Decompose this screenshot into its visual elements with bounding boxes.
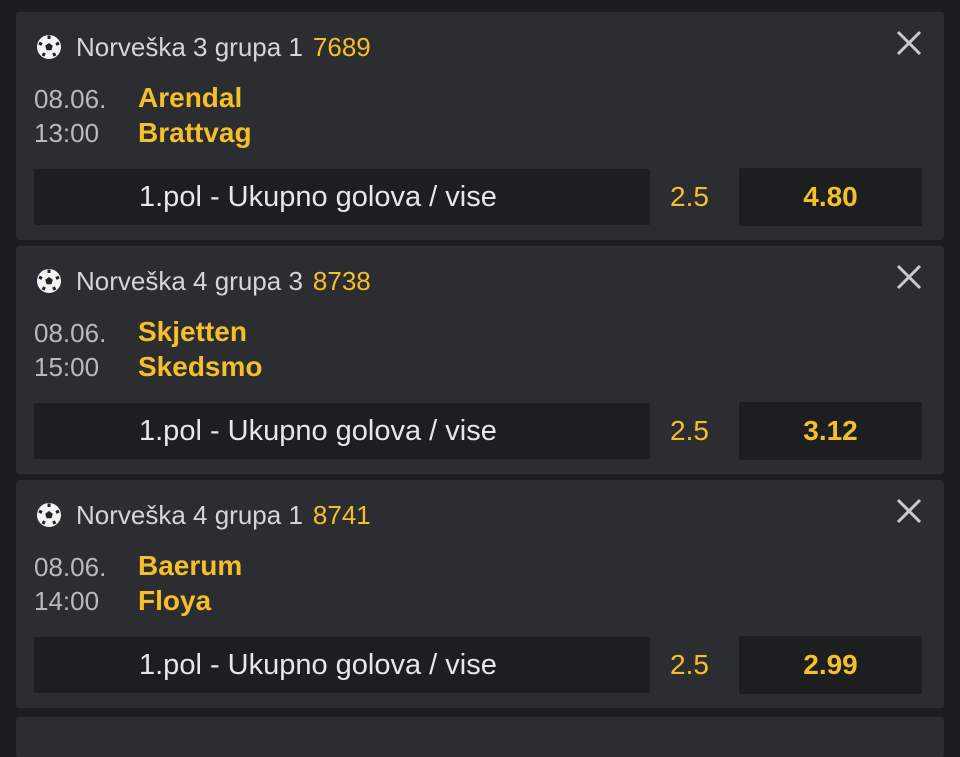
bet-card: Norveška 4 grupa 3 8738 08.06. 15:00 Skj… [16, 246, 944, 474]
match-date: 08.06. [34, 318, 107, 348]
match-code: 7689 [312, 31, 371, 62]
away-team: Skedsmo [138, 351, 263, 382]
home-team: Arendal [138, 82, 243, 113]
away-team: Brattvag [138, 117, 252, 148]
line-value: 2.5 [670, 415, 709, 446]
match-date: 08.06. [34, 552, 107, 582]
bet-header: Norveška 4 grupa 3 8738 [36, 264, 371, 298]
bet-card-partial [16, 717, 944, 757]
home-team: Skjetten [138, 316, 247, 347]
match-date: 08.06. [34, 84, 107, 114]
market-field[interactable]: 1.pol - Ukupno golova / vise [34, 637, 650, 693]
bet-header: Norveška 4 grupa 1 8741 [36, 498, 371, 532]
match-datetime: 08.06. 15:00 [34, 316, 106, 384]
match-time: 15:00 [34, 352, 100, 382]
close-icon[interactable] [892, 494, 926, 528]
match-code: 8738 [312, 265, 371, 296]
market-label: 1.pol - Ukupno golova / vise [139, 414, 497, 447]
match-code: 8741 [312, 499, 371, 530]
match-time: 14:00 [34, 586, 100, 616]
match-datetime: 08.06. 14:00 [34, 550, 106, 618]
close-icon[interactable] [892, 260, 926, 294]
bet-card: Norveška 3 grupa 1 7689 08.06. 13:00 Are… [16, 12, 944, 240]
odd-button[interactable]: 2.99 [739, 636, 922, 694]
market-label: 1.pol - Ukupno golova / vise [139, 180, 497, 213]
away-team: Floya [138, 585, 212, 616]
odd-button[interactable]: 4.80 [739, 168, 922, 226]
match-datetime: 08.06. 13:00 [34, 82, 106, 150]
market-field[interactable]: 1.pol - Ukupno golova / vise [34, 403, 650, 459]
home-team: Baerum [138, 550, 243, 581]
market-field[interactable]: 1.pol - Ukupno golova / vise [34, 169, 650, 225]
league-name: Norveška 4 grupa 3 [76, 265, 303, 296]
odd-button[interactable]: 3.12 [739, 402, 922, 460]
bet-card: Norveška 4 grupa 1 8741 08.06. 14:00 Bae… [16, 480, 944, 708]
soccer-ball-icon [37, 269, 61, 293]
bet-header: Norveška 3 grupa 1 7689 [36, 30, 371, 64]
teams: Baerum Floya [138, 548, 242, 618]
teams: Skjetten Skedsmo [138, 314, 263, 384]
teams: Arendal Brattvag [138, 80, 252, 150]
close-icon[interactable] [892, 26, 926, 60]
soccer-ball-icon [37, 35, 61, 59]
line-value: 2.5 [670, 181, 709, 212]
match-time: 13:00 [34, 118, 100, 148]
league-name: Norveška 3 grupa 1 [76, 31, 303, 62]
league-name: Norveška 4 grupa 1 [76, 499, 303, 530]
line-value: 2.5 [670, 649, 709, 680]
market-label: 1.pol - Ukupno golova / vise [139, 648, 497, 681]
soccer-ball-icon [37, 503, 61, 527]
